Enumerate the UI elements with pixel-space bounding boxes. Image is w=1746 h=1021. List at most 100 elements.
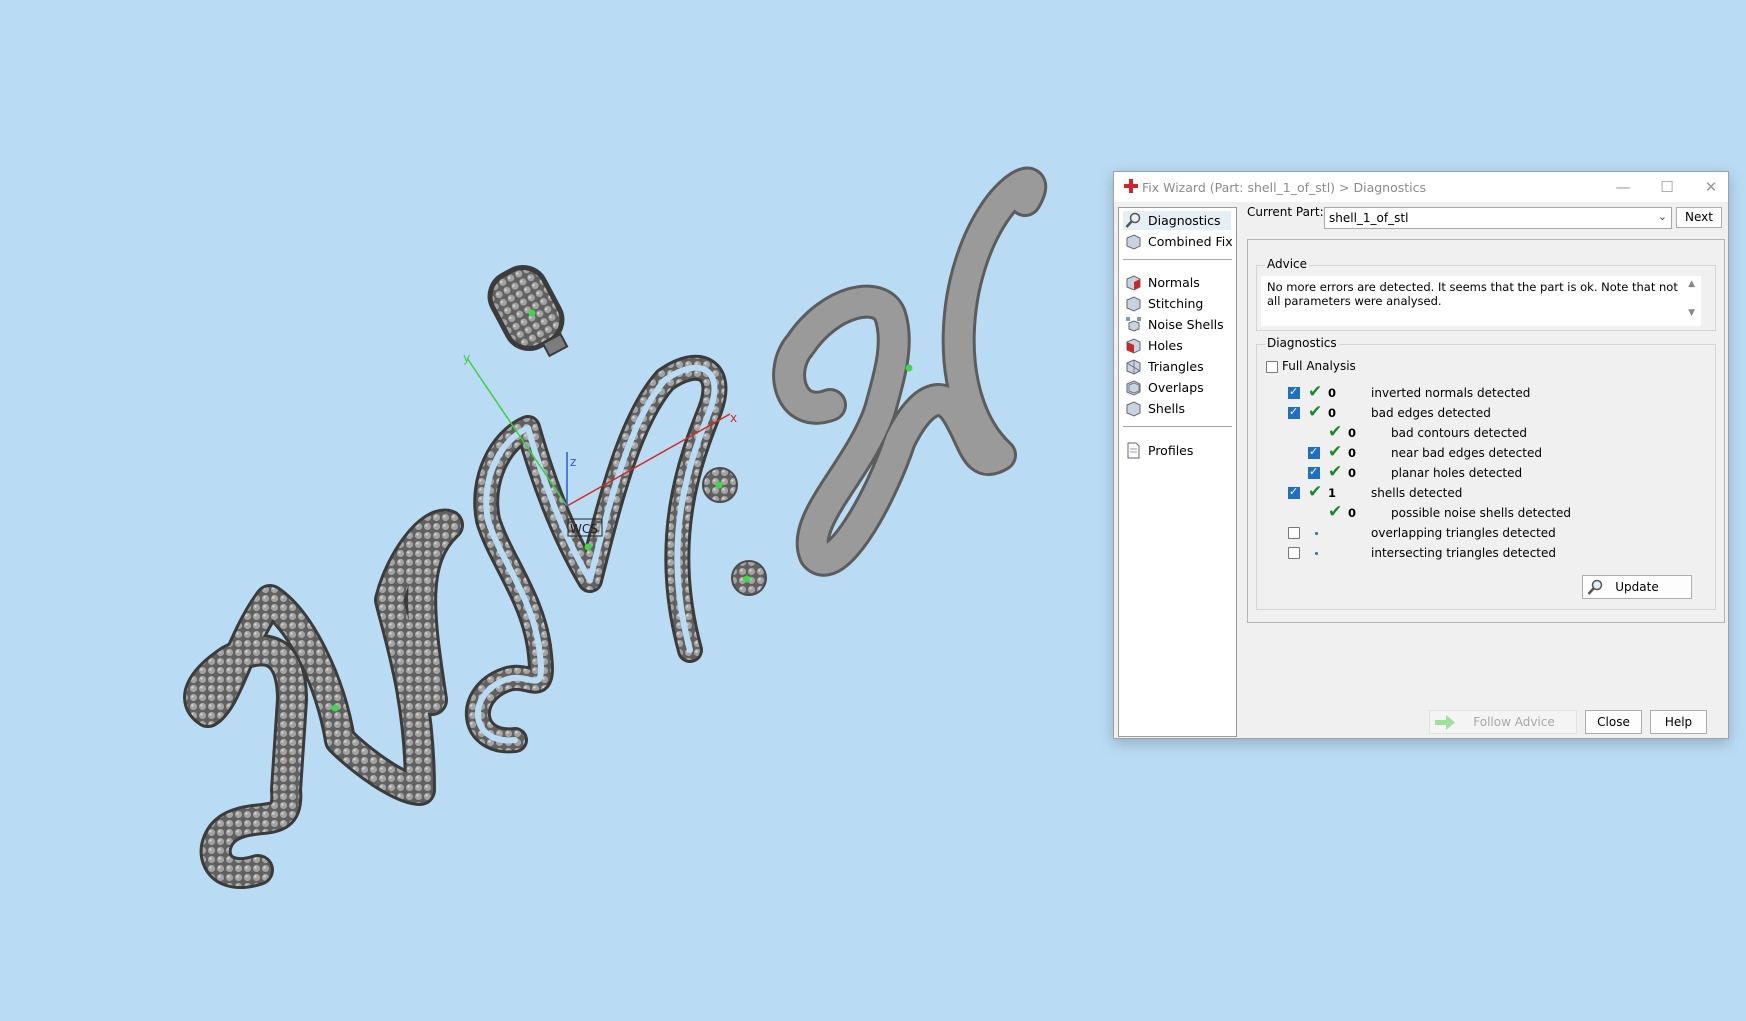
holes-cube-icon <box>1126 338 1141 354</box>
update-label: Update <box>1615 580 1659 594</box>
chevron-down-icon: ⌄ <box>1657 210 1667 223</box>
row-label: intersecting triangles detected <box>1371 546 1556 560</box>
row-label: planar holes detected <box>1391 466 1523 480</box>
axis-x-label: x <box>730 411 737 425</box>
row-label: overlapping triangles detected <box>1371 526 1556 540</box>
pending-dot-icon <box>1315 532 1318 535</box>
arrow-right-icon <box>1435 715 1455 730</box>
row-checkbox[interactable] <box>1288 547 1300 559</box>
cube-icon <box>1126 234 1141 250</box>
row-checkbox[interactable] <box>1308 445 1320 459</box>
overlaps-cube-icon <box>1126 380 1141 396</box>
stitching-cube-icon <box>1126 296 1141 312</box>
current-part-select[interactable]: shell_1_of_stl ⌄ <box>1324 207 1672 229</box>
full-analysis-label: Full Analysis <box>1282 359 1356 373</box>
dialog-titlebar[interactable]: Fix Wizard (Part: shell_1_of_stl) > Diag… <box>1114 172 1728 202</box>
wcs-label: WCS <box>570 522 598 536</box>
advice-text: No more errors are detected. It seems th… <box>1267 280 1678 308</box>
row-label: shells detected <box>1371 486 1463 500</box>
row-count: 0 <box>1328 386 1337 400</box>
middle-letter-model <box>465 354 728 754</box>
row-label: bad contours detected <box>1391 426 1527 440</box>
red-cross-icon <box>1124 179 1138 193</box>
bail-model <box>487 265 569 358</box>
row-label: inverted normals detected <box>1371 386 1531 400</box>
row-label: bad edges detected <box>1371 406 1491 420</box>
row-checkbox[interactable] <box>1288 527 1300 539</box>
document-icon <box>1127 442 1140 459</box>
row-count: 0 <box>1348 446 1357 460</box>
row-checkbox[interactable] <box>1288 405 1300 419</box>
nav-item-triangles[interactable]: Triangles <box>1123 357 1231 376</box>
shells-cube-icon <box>1126 401 1141 417</box>
left-letter-model <box>183 508 464 889</box>
nav-separator <box>1123 259 1232 260</box>
nav-item-label: Stitching <box>1148 296 1204 311</box>
right-letter-model <box>772 166 1048 577</box>
nav-item-diagnostics[interactable]: Diagnostics <box>1123 211 1231 230</box>
advice-title: Advice <box>1265 257 1310 271</box>
fix-wizard-dialog: Fix Wizard (Part: shell_1_of_stl) > Diag… <box>1113 171 1729 739</box>
current-part-value: shell_1_of_stl <box>1329 211 1409 225</box>
nav-item-label: Shells <box>1148 401 1186 416</box>
next-button[interactable]: Next <box>1676 207 1722 228</box>
nav-item-shells[interactable]: Shells <box>1123 399 1231 418</box>
axis-y-label: y <box>463 351 470 365</box>
maximize-button[interactable]: ☐ <box>1652 176 1682 198</box>
row-count: 0 <box>1348 506 1357 520</box>
diagnostics-title: Diagnostics <box>1265 336 1339 350</box>
nav-item-label: Noise Shells <box>1148 317 1224 332</box>
noise-shell-1 <box>702 467 738 503</box>
check-ok-icon: ✔ <box>1308 402 1323 422</box>
diagnostics-group: Diagnostics Full Analysis ✔ 0 inverted n… <box>1256 336 1716 610</box>
follow-advice-button[interactable]: Follow Advice <box>1429 710 1577 734</box>
nav-item-noise-shells[interactable]: Noise Shells <box>1123 315 1231 334</box>
update-button[interactable]: Update <box>1582 575 1692 599</box>
noise-shell-2 <box>731 560 767 596</box>
row-label: near bad edges detected <box>1391 446 1542 460</box>
current-part-label: Current Part: <box>1247 205 1324 219</box>
axis-z-label: z <box>570 455 576 469</box>
full-analysis-checkbox[interactable] <box>1266 361 1278 373</box>
check-ok-icon: ✔ <box>1328 502 1343 522</box>
nav-item-label: Holes <box>1148 338 1183 353</box>
check-ok-icon: ✔ <box>1328 442 1343 462</box>
magnifier-icon <box>1587 579 1603 595</box>
scroll-up-icon[interactable]: ▲ <box>1688 279 1695 289</box>
normals-cube-icon <box>1126 275 1141 291</box>
pending-dot-icon <box>1315 552 1318 555</box>
nav-item-overlaps[interactable]: Overlaps <box>1123 378 1231 397</box>
row-checkbox[interactable] <box>1288 485 1300 499</box>
row-count: 0 <box>1328 406 1337 420</box>
row-count: 0 <box>1348 466 1357 480</box>
scroll-down-icon[interactable]: ▼ <box>1688 308 1695 318</box>
nav-item-label: Triangles <box>1148 359 1204 374</box>
nav-item-profiles[interactable]: Profiles <box>1123 441 1231 460</box>
nav-item-label: Combined Fix <box>1148 234 1233 249</box>
triangles-cube-icon <box>1126 359 1141 375</box>
nav-item-label: Profiles <box>1148 443 1194 458</box>
nav-item-holes[interactable]: Holes <box>1123 336 1231 355</box>
check-ok-icon: ✔ <box>1328 422 1343 442</box>
minimize-button[interactable]: — <box>1608 176 1638 198</box>
close-button[interactable]: Close <box>1585 710 1642 734</box>
close-window-button[interactable]: ✕ <box>1696 176 1726 198</box>
row-label: possible noise shells detected <box>1391 506 1572 520</box>
nav-item-label: Diagnostics <box>1148 213 1221 228</box>
check-ok-icon: ✔ <box>1308 382 1323 402</box>
row-count: 0 <box>1348 426 1357 440</box>
nav-item-combined-fix[interactable]: Combined Fix <box>1123 232 1233 251</box>
nav-item-stitching[interactable]: Stitching <box>1123 294 1231 313</box>
magnifier-icon <box>1125 212 1141 228</box>
row-checkbox[interactable] <box>1288 385 1300 399</box>
advice-group: Advice No more errors are detected. It s… <box>1256 257 1716 331</box>
nav-item-normals[interactable]: Normals <box>1123 273 1231 292</box>
nav-item-label: Overlaps <box>1148 380 1204 395</box>
nav-item-label: Normals <box>1148 275 1200 290</box>
help-button[interactable]: Help <box>1650 710 1707 734</box>
row-checkbox[interactable] <box>1308 465 1320 479</box>
nav-separator <box>1123 426 1232 427</box>
wizard-nav: Diagnostics Combined Fix Normals Stitchi… <box>1118 207 1237 737</box>
advice-textbox[interactable]: No more errors are detected. It seems th… <box>1261 276 1701 326</box>
row-count: 1 <box>1328 486 1337 500</box>
